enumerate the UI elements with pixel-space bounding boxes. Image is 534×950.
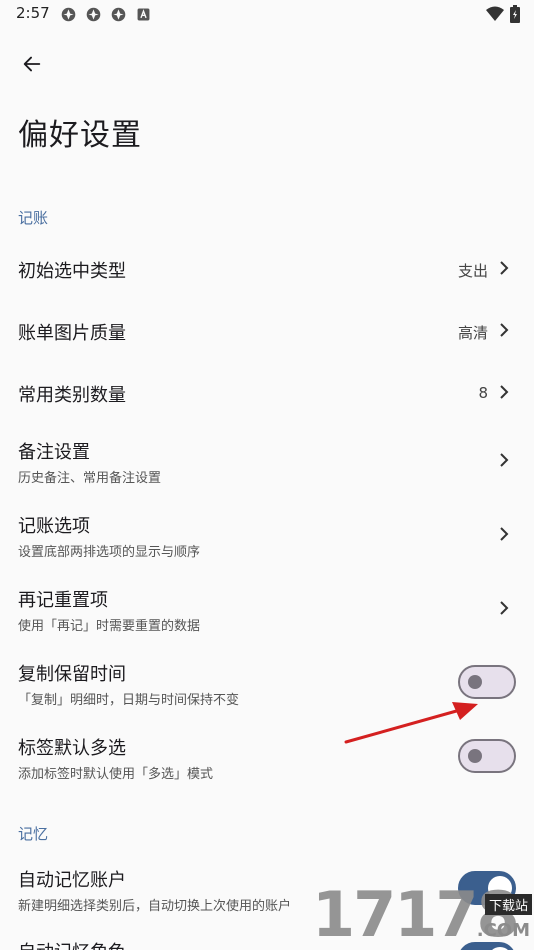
row-title: 自动记忆账户 (18, 870, 126, 891)
chevron-right-icon (500, 323, 509, 337)
row-title: 备注设置 (18, 442, 90, 463)
row-title: 记账选项 (18, 516, 90, 537)
row-rerecord-reset-items[interactable]: 再记重置项 使用「再记」时需要重置的数据 (0, 576, 534, 642)
chevron-right-icon (500, 261, 509, 275)
chevron-right-icon (500, 385, 509, 399)
chevron-right-icon (500, 601, 509, 615)
app-notification-icon (61, 7, 76, 22)
row-title: 标签默认多选 (18, 738, 126, 759)
row-value: 8 (478, 384, 488, 402)
status-icons-left (60, 6, 152, 23)
row-value: 高清 (457, 324, 488, 342)
row-subtitle: 历史备注、常用备注设置 (18, 471, 162, 486)
page-title: 偏好设置 (18, 118, 142, 153)
switch-knob (468, 675, 482, 689)
back-button[interactable] (14, 46, 50, 82)
watermark-tag: 下载站 (484, 894, 532, 915)
row-title: 账单图片质量 (18, 323, 126, 344)
wifi-icon (486, 6, 504, 21)
row-subtitle: 「复制」明细时，日期与时间保持不变 (18, 693, 240, 708)
app-notification-icon (111, 7, 126, 22)
status-bar: 2:57 (0, 0, 534, 28)
app-notification-icon (86, 7, 101, 22)
watermark-logo: 17178 下载站 .COM (308, 876, 534, 950)
row-subtitle: 设置底部两排选项的显示与顺序 (18, 545, 201, 560)
row-note-settings[interactable]: 备注设置 历史备注、常用备注设置 (0, 428, 534, 494)
row-bookkeeping-options[interactable]: 记账选项 设置底部两排选项的显示与顺序 (0, 502, 534, 568)
chevron-right-icon (500, 527, 509, 541)
section-header-memory: 记忆 (18, 825, 49, 843)
switch-knob (468, 749, 482, 763)
watermark-domain: .COM (476, 920, 530, 941)
battery-icon (510, 5, 520, 23)
row-image-quality[interactable]: 账单图片质量 高清 (0, 302, 534, 358)
status-time: 2:57 (16, 4, 50, 22)
copy-keep-time-switch[interactable] (458, 665, 516, 699)
row-title: 自动记忆角色 (18, 938, 126, 950)
chevron-right-icon (500, 453, 509, 467)
row-subtitle: 添加标签时默认使用「多选」模式 (18, 767, 214, 782)
row-title: 复制保留时间 (18, 664, 126, 685)
annotation-arrow-icon (344, 702, 478, 744)
row-common-category-count[interactable]: 常用类别数量 8 (0, 364, 534, 420)
status-icons-right (486, 5, 520, 23)
section-header-bookkeeping: 记账 (18, 209, 49, 227)
arrow-left-icon (23, 56, 41, 72)
row-title: 初始选中类型 (18, 261, 126, 282)
row-initial-type[interactable]: 初始选中类型 支出 (0, 240, 534, 296)
row-title: 常用类别数量 (18, 385, 126, 406)
row-title: 再记重置项 (18, 590, 108, 611)
a-letter-icon (137, 8, 150, 21)
row-subtitle: 使用「再记」时需要重置的数据 (18, 619, 201, 634)
row-value: 支出 (457, 262, 488, 280)
row-subtitle: 新建明细选择类别后，自动切换上次使用的账户 (18, 899, 292, 914)
